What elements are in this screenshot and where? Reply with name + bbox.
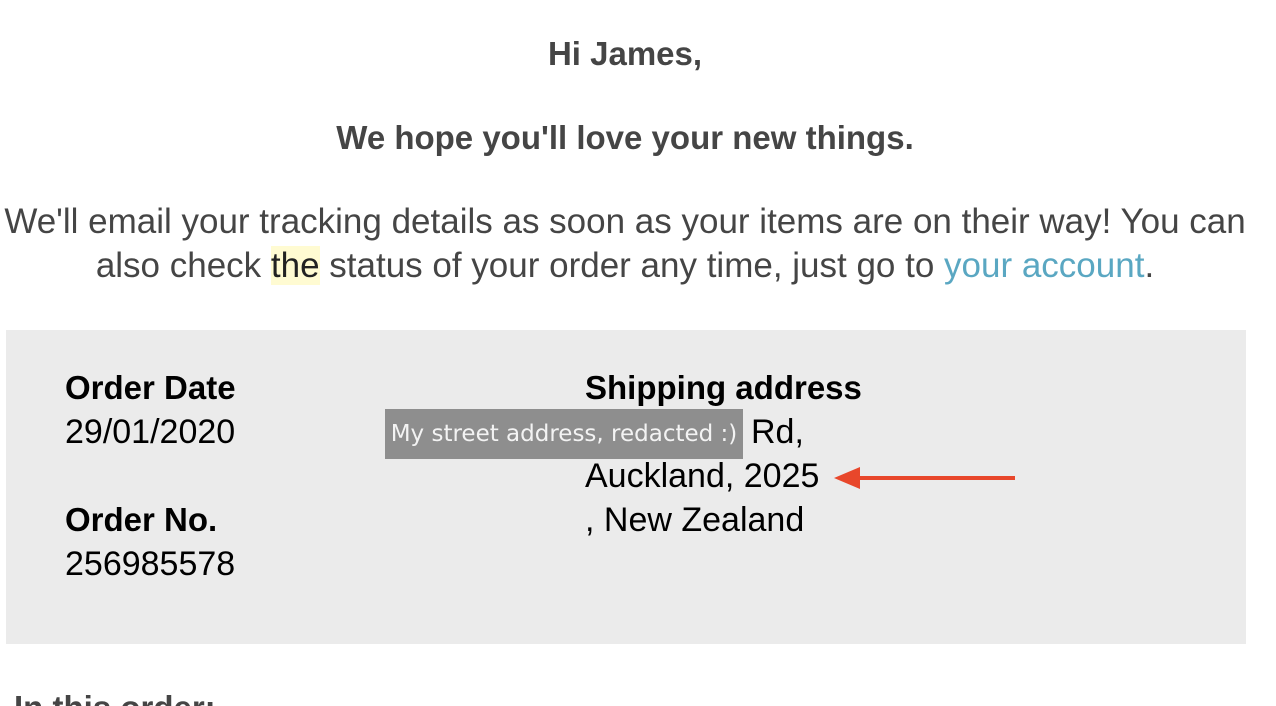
tagline-heading: We hope you'll love your new things. [336,119,914,156]
your-account-link[interactable]: your account [944,246,1144,285]
order-date-value: 29/01/2020 [65,413,236,451]
order-confirmation-email: Hi James, We hope you'll love your new t… [0,0,1276,706]
redaction-overlay: My street address, redacted :) [385,409,743,459]
annotation-arrow-icon [834,467,1015,489]
order-items-heading: In this order: [14,688,216,706]
message-text-part3: . [1144,246,1155,285]
order-date-label: Order Date [65,369,236,406]
shipping-address-line3: , New Zealand [585,501,805,539]
shipping-address-line1: Rd, [751,413,804,451]
shipping-address-line2: Auckland, 2025 [585,457,820,495]
arrow-head [834,467,860,489]
message-text-part2: status of your order any time, just go t… [319,246,945,285]
tracking-message: We'll email your tracking details as soo… [0,200,1250,288]
highlighted-word: the [270,246,320,285]
order-number-label: Order No. [65,501,218,538]
greeting-heading: Hi James, [547,35,703,72]
shipping-address-label: Shipping address [585,369,862,406]
order-number-value: 256985578 [65,545,236,583]
